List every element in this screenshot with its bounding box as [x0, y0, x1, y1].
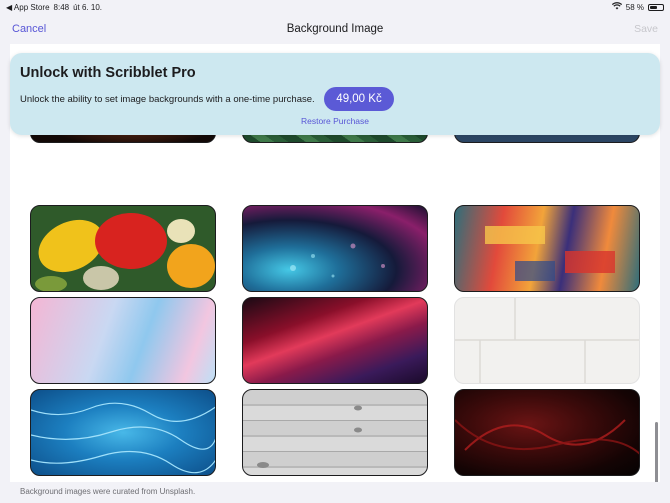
wifi-icon — [611, 2, 622, 12]
image-tile-gray-wood-planks[interactable] — [242, 389, 428, 476]
status-time: 8:48 — [53, 2, 70, 12]
image-tile-rain-drops-glass[interactable] — [242, 205, 428, 292]
image-tile-autumn-leaves[interactable] — [30, 205, 216, 292]
image-tile-white-brick-wall[interactable] — [454, 297, 640, 384]
image-tile-abstract-paint[interactable] — [454, 205, 640, 292]
image-tile-dark-red-swirl[interactable] — [454, 389, 640, 476]
unsplash-credit: Background images were curated from Unsp… — [20, 487, 196, 496]
abstract-paint-image — [485, 226, 615, 281]
navigation-bar: Cancel Background Image Save — [0, 14, 670, 44]
promo-description: Unlock the ability to set image backgrou… — [20, 94, 315, 105]
water-caustics-image — [31, 402, 215, 474]
scrollbar[interactable] — [655, 422, 658, 482]
restore-purchase-link[interactable]: Restore Purchase — [10, 116, 660, 126]
image-tile-red-light-streaks[interactable] — [242, 297, 428, 384]
purchase-button[interactable]: 49,00 Kč — [324, 87, 394, 111]
back-to-app-store[interactable]: ◀ App Store — [6, 3, 50, 12]
wood-knots-image — [257, 405, 362, 468]
status-bar: ◀ App Store 8:48 út 6. 10. 58 % — [0, 0, 670, 14]
status-date: út 6. 10. — [73, 2, 103, 12]
rain-drops-image — [290, 243, 385, 278]
red-swirl-image — [455, 419, 639, 455]
promo-title: Unlock with Scribblet Pro — [20, 65, 196, 81]
page-title: Background Image — [286, 23, 384, 35]
battery-percent: 58 % — [625, 2, 644, 12]
image-tile-pink-blue-watercolor[interactable] — [30, 297, 216, 384]
cancel-button[interactable]: Cancel — [12, 23, 46, 35]
autumn-leaves-image — [35, 213, 215, 291]
battery-icon — [648, 3, 664, 11]
pro-upgrade-banner: Unlock with Scribblet Pro Unlock the abi… — [10, 53, 660, 135]
image-tile-blue-water-caustics[interactable] — [30, 389, 216, 476]
save-button[interactable]: Save — [634, 23, 658, 35]
white-brick-image — [455, 298, 639, 383]
